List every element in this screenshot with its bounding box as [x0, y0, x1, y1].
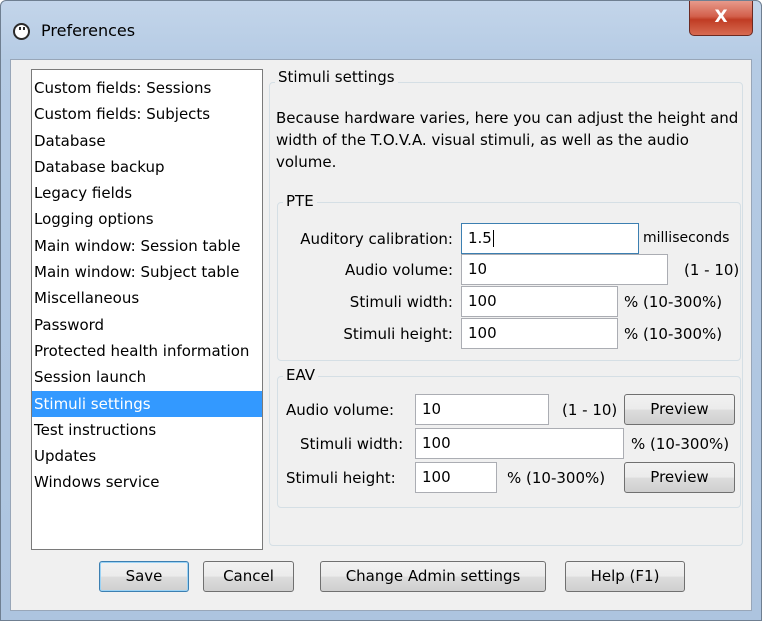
pte-auditory-calibration-input[interactable]: 1.5 — [461, 223, 639, 254]
sidebar-item-windows-service[interactable]: Windows service — [32, 469, 262, 495]
pte-stimuli-width-label: Stimuli width: — [349, 293, 453, 311]
eav-preview-button-2[interactable]: Preview — [624, 462, 735, 493]
sidebar-item-database-backup[interactable]: Database backup — [32, 154, 262, 180]
pte-audio-volume-input[interactable]: 10 — [461, 254, 668, 285]
pte-stimuli-height-range: % (10-300%) — [624, 325, 723, 343]
stimuli-settings-title: Stimuli settings — [275, 68, 398, 86]
eav-stimuli-width-input[interactable]: 100 — [415, 428, 624, 459]
sidebar-item-custom-fields-sessions[interactable]: Custom fields: Sessions — [32, 75, 262, 101]
eav-title: EAV — [283, 366, 319, 384]
window-title: Preferences — [41, 21, 136, 40]
stimuli-settings-panel: Stimuli settings Because hardware varies… — [269, 66, 743, 546]
sidebar-item-logging-options[interactable]: Logging options — [32, 206, 262, 232]
sidebar-item-protected-health-information[interactable]: Protected health information — [32, 338, 262, 364]
dialog-client-area: Custom fields: Sessions Custom fields: Su… — [10, 59, 752, 611]
eav-stimuli-height-range: % (10-300%) — [507, 469, 606, 487]
eav-stimuli-width-range: % (10-300%) — [631, 435, 730, 453]
sidebar-item-stimuli-settings[interactable]: Stimuli settings — [32, 390, 262, 417]
title-bar[interactable]: Preferences X — [1, 1, 761, 59]
stimuli-description: Because hardware varies, here you can ad… — [276, 109, 739, 171]
sidebar-item-session-launch[interactable]: Session launch — [32, 364, 262, 390]
eav-audio-volume-range: (1 - 10) — [562, 401, 618, 419]
eav-stimuli-height-label: Stimuli height: — [286, 469, 396, 487]
pte-title: PTE — [283, 192, 317, 210]
eav-audio-volume-input[interactable]: 10 — [415, 394, 549, 425]
pte-stimuli-width-range: % (10-300%) — [624, 293, 723, 311]
help-button[interactable]: Help (F1) — [565, 561, 685, 592]
save-button[interactable]: Save — [99, 561, 189, 592]
pte-audio-volume-range: (1 - 10) — [684, 261, 740, 279]
eav-stimuli-width-label: Stimuli width: — [300, 435, 404, 453]
pte-stimuli-width-input[interactable]: 100 — [461, 286, 618, 317]
cancel-button[interactable]: Cancel — [203, 561, 294, 592]
close-button[interactable]: X — [689, 1, 753, 36]
eav-stimuli-height-input[interactable]: 100 — [415, 462, 497, 493]
sidebar-item-test-instructions[interactable]: Test instructions — [32, 417, 262, 443]
pte-stimuli-height-input[interactable]: 100 — [461, 318, 618, 349]
pte-audio-volume-label: Audio volume: — [344, 261, 453, 279]
sidebar-item-main-window-session-table[interactable]: Main window: Session table — [32, 233, 262, 259]
sidebar-item-legacy-fields[interactable]: Legacy fields — [32, 180, 262, 206]
sidebar-item-main-window-subject-table[interactable]: Main window: Subject table — [32, 259, 262, 285]
pte-auditory-calibration-label: Auditory calibration: — [300, 230, 453, 248]
preferences-category-list[interactable]: Custom fields: Sessions Custom fields: Su… — [31, 69, 263, 550]
sidebar-item-database[interactable]: Database — [32, 128, 262, 154]
eav-preview-button[interactable]: Preview — [624, 394, 735, 425]
sidebar-item-custom-fields-subjects[interactable]: Custom fields: Subjects — [32, 101, 262, 127]
pte-stimuli-height-label: Stimuli height: — [343, 325, 453, 343]
pte-auditory-calibration-unit: milliseconds — [643, 230, 730, 246]
app-icon — [13, 23, 30, 40]
change-admin-settings-button[interactable]: Change Admin settings — [320, 561, 546, 592]
preferences-window: Preferences X Custom fields: Sessions Cus… — [0, 0, 762, 621]
sidebar-item-miscellaneous[interactable]: Miscellaneous — [32, 285, 262, 311]
sidebar-item-password[interactable]: Password — [32, 312, 262, 338]
sidebar-item-updates[interactable]: Updates — [32, 443, 262, 469]
eav-audio-volume-label: Audio volume: — [286, 401, 395, 419]
